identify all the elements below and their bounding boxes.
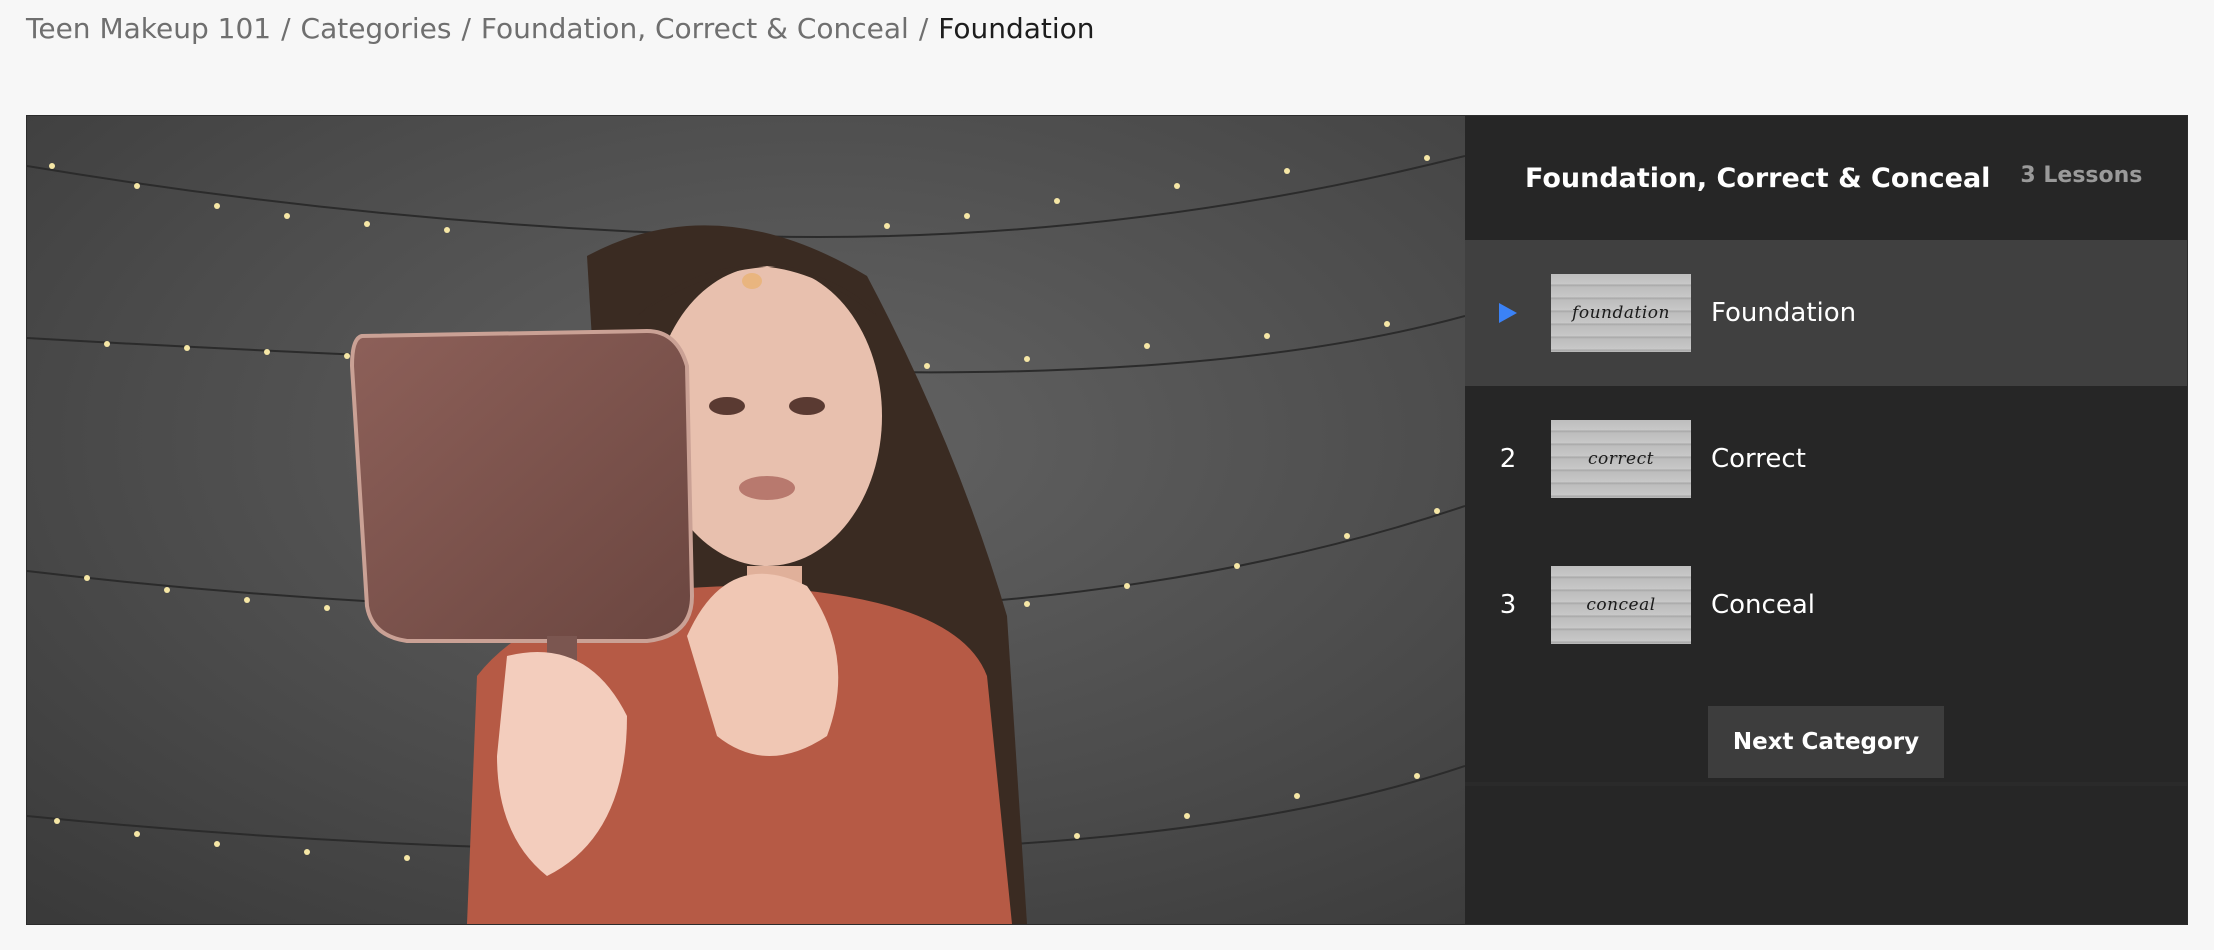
lesson-thumbnail: correct: [1551, 420, 1691, 498]
thumbnail-label: correct: [1588, 449, 1654, 469]
thumbnail-label: foundation: [1572, 303, 1670, 323]
lesson-item-foundation[interactable]: foundation Foundation: [1465, 240, 2187, 386]
next-category-button[interactable]: Next Category: [1708, 706, 1944, 778]
sidebar-footer: [1465, 786, 2187, 924]
lesson-sidebar: Foundation, Correct & Conceal 3 Lessons …: [1465, 116, 2187, 924]
lesson-number: 3: [1499, 590, 1517, 620]
breadcrumb-link-category[interactable]: Foundation, Correct & Conceal: [481, 12, 909, 45]
breadcrumb-separator: /: [918, 12, 929, 45]
sidebar-header: Foundation, Correct & Conceal 3 Lessons: [1465, 116, 2187, 240]
video-player[interactable]: [27, 116, 1465, 924]
breadcrumb-separator: /: [281, 12, 291, 45]
lesson-count: 3 Lessons: [2020, 162, 2143, 188]
lesson-number: 2: [1499, 444, 1517, 474]
lesson-player: Foundation, Correct & Conceal 3 Lessons …: [26, 115, 2188, 925]
breadcrumb-separator: /: [461, 12, 471, 45]
lesson-thumbnail: foundation: [1551, 274, 1691, 352]
lesson-title: Foundation: [1711, 298, 1857, 328]
lesson-item-correct[interactable]: 2 correct Correct: [1465, 386, 2187, 532]
breadcrumb-link-course[interactable]: Teen Makeup 101: [26, 12, 271, 45]
video-frame: [27, 116, 1465, 924]
lesson-item-conceal[interactable]: 3 conceal Conceal: [1465, 532, 2187, 678]
breadcrumb-current: Foundation: [938, 12, 1095, 45]
next-category-wrap: Next Category: [1465, 706, 2187, 778]
breadcrumb-link-categories[interactable]: Categories: [301, 12, 452, 45]
breadcrumb: Teen Makeup 101 / Categories / Foundation, C…: [26, 12, 1095, 45]
lesson-title: Conceal: [1711, 590, 1815, 620]
play-icon: [1487, 301, 1529, 325]
category-title: Foundation, Correct & Conceal: [1525, 162, 1991, 194]
lesson-title: Correct: [1711, 444, 1806, 474]
lesson-thumbnail: conceal: [1551, 566, 1691, 644]
thumbnail-label: conceal: [1586, 595, 1656, 615]
